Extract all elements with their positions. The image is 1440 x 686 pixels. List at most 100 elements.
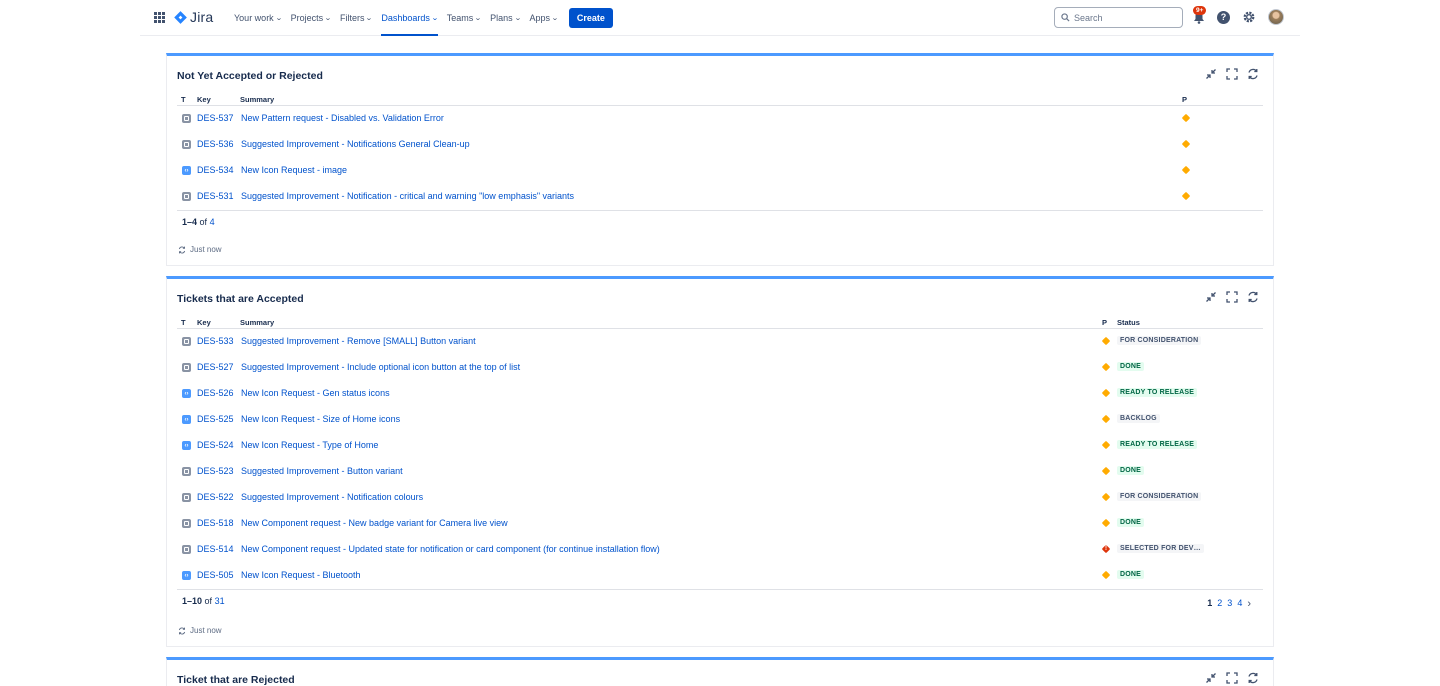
help-icon[interactable]: ? (1217, 11, 1230, 24)
table-row[interactable]: DES-523 Suggested Improvement - Button va… (177, 459, 1263, 485)
page-4[interactable]: 4 (1237, 598, 1242, 608)
issue-key-link[interactable]: DES-526 (197, 388, 234, 398)
table-row[interactable]: DES-536 Suggested Improvement - Notificat… (177, 132, 1263, 158)
fullscreen-icon[interactable] (1225, 67, 1238, 80)
issue-summary-link[interactable]: Suggested Improvement - Include optional… (241, 362, 520, 372)
issue-key-link[interactable]: DES-527 (197, 362, 234, 372)
priority-medium-icon (1180, 190, 1192, 202)
gear-icon[interactable] (1242, 10, 1256, 24)
col-key[interactable]: Key (197, 95, 211, 104)
status-lozenge: DONE (1117, 466, 1145, 475)
col-type[interactable]: T (181, 318, 186, 327)
issue-key-link[interactable]: DES-518 (197, 518, 234, 528)
nav-dashboards[interactable]: Dashboards ⌄ (377, 0, 441, 36)
issue-key-link[interactable]: DES-533 (197, 336, 234, 346)
status-lozenge: BACKLOG (1117, 414, 1160, 423)
col-priority[interactable]: P (1182, 95, 1187, 104)
issue-key-link[interactable]: DES-536 (197, 139, 234, 149)
col-summary[interactable]: Summary (240, 95, 274, 104)
table-row[interactable]: DES-526 New Icon Request - Gen status ico… (177, 381, 1263, 407)
nav-teams[interactable]: Teams ⌄ (443, 0, 485, 36)
issue-summary-link[interactable]: New Pattern request - Disabled vs. Valid… (241, 113, 444, 123)
issue-summary-link[interactable]: New Icon Request - Type of Home (241, 440, 378, 450)
gadget-tickets-rejected: Ticket that are Rejected (166, 657, 1274, 686)
fullscreen-icon[interactable] (1225, 290, 1238, 303)
next-page-icon[interactable]: › (1247, 598, 1251, 610)
minimize-icon[interactable] (1204, 67, 1217, 80)
create-button[interactable]: Create (568, 8, 613, 28)
minimize-icon[interactable] (1204, 290, 1217, 303)
issue-key-link[interactable]: DES-523 (197, 466, 234, 476)
result-range: 1–4 (182, 217, 198, 227)
icon-request-type-icon (182, 166, 191, 175)
issue-key-link[interactable]: DES-525 (197, 414, 234, 424)
issue-summary-link[interactable]: New Icon Request - Bluetooth (241, 570, 361, 580)
issue-key-link[interactable]: DES-524 (197, 440, 234, 450)
table-row[interactable]: DES-534 New Icon Request - image (177, 158, 1263, 184)
issue-key-link[interactable]: DES-505 (197, 570, 234, 580)
table-row[interactable]: DES-525 New Icon Request - Size of Home i… (177, 407, 1263, 433)
refresh-icon[interactable] (1246, 290, 1259, 303)
page-3[interactable]: 3 (1227, 598, 1232, 608)
result-total-link[interactable]: 4 (210, 217, 215, 227)
gadget-title: Tickets that are Accepted (177, 293, 304, 305)
chevron-down-icon: ⌄ (274, 15, 283, 22)
col-priority[interactable]: P (1102, 318, 1107, 327)
table-row[interactable]: DES-514 New Component request - Updated s… (177, 537, 1263, 563)
issue-summary-link[interactable]: New Icon Request - Size of Home icons (241, 414, 400, 424)
issue-summary-link[interactable]: Suggested Improvement - Notification - c… (241, 191, 574, 201)
nav-plans[interactable]: Plans ⌄ (486, 0, 524, 36)
issue-key-link[interactable]: DES-534 (197, 165, 234, 175)
table-row[interactable]: DES-537 New Pattern request - Disabled vs… (177, 106, 1263, 132)
col-summary[interactable]: Summary (240, 318, 274, 327)
issue-summary-link[interactable]: New Component request - New badge varian… (241, 518, 508, 528)
issue-summary-link[interactable]: New Icon Request - Gen status icons (241, 388, 390, 398)
table-row[interactable]: DES-518 New Component request - New badge… (177, 511, 1263, 537)
issue-summary-link[interactable]: Suggested Improvement - Notifications Ge… (241, 139, 470, 149)
nav-filters[interactable]: Filters ⌄ (336, 0, 376, 36)
table-row[interactable]: DES-505 New Icon Request - Bluetooth DONE (177, 563, 1263, 589)
table-row[interactable]: DES-533 Suggested Improvement - Remove [S… (177, 329, 1263, 355)
app-switcher-icon[interactable] (154, 12, 165, 23)
jira-logo[interactable]: Jira (174, 9, 213, 25)
status-lozenge: FOR CONSIDERATION (1117, 336, 1202, 345)
search-input[interactable]: Search (1054, 7, 1183, 28)
table-row[interactable]: DES-522 Suggested Improvement - Notificat… (177, 485, 1263, 511)
nav-your-work[interactable]: Your work ⌄ (230, 0, 286, 36)
col-status[interactable]: Status (1117, 318, 1140, 327)
fullscreen-icon[interactable] (1225, 671, 1238, 684)
col-type[interactable]: T (181, 95, 186, 104)
table-row[interactable]: DES-531 Suggested Improvement - Notificat… (177, 184, 1263, 210)
table-footer: 1–4 of 4 (177, 210, 1263, 232)
status-lozenge: DONE (1117, 570, 1145, 579)
page-2[interactable]: 2 (1217, 598, 1222, 608)
result-total-link[interactable]: 31 (215, 596, 225, 606)
nav-projects[interactable]: Projects ⌄ (287, 0, 335, 36)
issue-key-link[interactable]: DES-531 (197, 191, 234, 201)
issue-summary-link[interactable]: New Icon Request - image (241, 165, 347, 175)
nav-label: Teams (446, 13, 474, 23)
issue-summary-link[interactable]: Suggested Improvement - Notification col… (241, 492, 423, 502)
status-lozenge: READY TO RELEASE (1117, 440, 1198, 449)
issue-key-link[interactable]: DES-537 (197, 113, 234, 123)
minimize-icon[interactable] (1204, 671, 1217, 684)
chevron-down-icon: ⌄ (430, 15, 439, 22)
avatar[interactable] (1268, 9, 1284, 25)
product-name: Jira (190, 9, 214, 25)
col-key[interactable]: Key (197, 318, 211, 327)
refresh-icon[interactable] (1246, 671, 1259, 684)
issue-summary-link[interactable]: Suggested Improvement - Remove [SMALL] B… (241, 336, 476, 346)
issue-key-link[interactable]: DES-514 (197, 544, 234, 554)
nav-apps[interactable]: Apps ⌄ (526, 0, 562, 36)
table-row[interactable]: DES-527 Suggested Improvement - Include o… (177, 355, 1263, 381)
notification-count-badge: 9+ (1193, 6, 1207, 15)
refresh-icon[interactable] (1246, 67, 1259, 80)
issue-key-link[interactable]: DES-522 (197, 492, 234, 502)
table-row[interactable]: DES-524 New Icon Request - Type of Home RE… (177, 433, 1263, 459)
issue-summary-link[interactable]: New Component request - Updated state fo… (241, 544, 660, 554)
issue-summary-link[interactable]: Suggested Improvement - Button variant (241, 466, 403, 476)
chevron-down-icon: ⌄ (513, 15, 522, 22)
page-1[interactable]: 1 (1207, 598, 1212, 608)
gadget-actions (1204, 290, 1259, 303)
refreshed-text: Just now (190, 245, 222, 254)
